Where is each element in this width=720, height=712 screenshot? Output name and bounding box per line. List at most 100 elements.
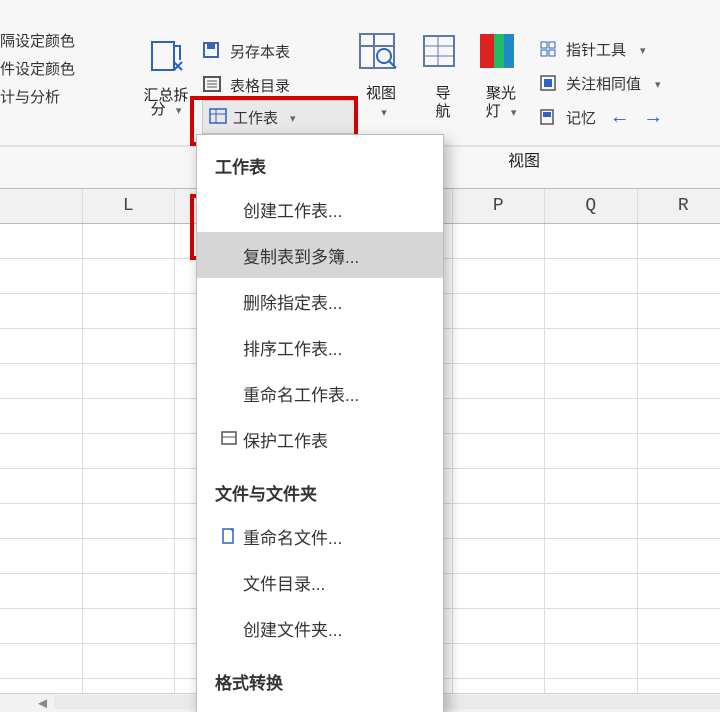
arrow-left-icon[interactable]: ← (604, 106, 630, 129)
cell[interactable] (453, 399, 546, 433)
cell[interactable] (638, 609, 720, 643)
cell[interactable] (83, 469, 176, 503)
opt-stats-analysis[interactable]: 计与分析 (0, 84, 75, 112)
menu-item[interactable]: 排序工作表... (197, 324, 443, 370)
menu-item-label: 创建工作表... (243, 197, 342, 222)
cell[interactable] (638, 574, 720, 608)
spotlight-button[interactable]: 聚光 灯 (476, 30, 526, 121)
cell[interactable] (545, 294, 638, 328)
menu-item[interactable]: 创建工作表... (197, 186, 443, 232)
cell[interactable] (0, 259, 83, 293)
cell[interactable] (453, 259, 546, 293)
menu-item[interactable]: 创建文件夹... (197, 605, 443, 651)
column-header[interactable]: L (83, 189, 176, 223)
focus-same-value-button[interactable]: 关注相同值 (538, 66, 663, 100)
column-header[interactable] (0, 189, 83, 223)
menu-item[interactable]: 保护工作表 (197, 416, 443, 462)
cell[interactable] (453, 469, 546, 503)
cell[interactable] (453, 609, 546, 643)
cell[interactable] (545, 224, 638, 258)
cell[interactable] (638, 399, 720, 433)
view-button[interactable]: 视图 (356, 30, 406, 121)
cell[interactable] (83, 399, 176, 433)
cell[interactable] (453, 224, 546, 258)
cell[interactable] (545, 399, 638, 433)
cell[interactable] (545, 609, 638, 643)
column-header[interactable]: R (638, 189, 720, 223)
worksheet-dropdown-button[interactable]: 工作表 (202, 100, 356, 134)
cell[interactable] (83, 644, 176, 678)
cell[interactable] (545, 644, 638, 678)
cell[interactable] (0, 364, 83, 398)
cell[interactable] (0, 434, 83, 468)
cell[interactable] (545, 364, 638, 398)
cell[interactable] (453, 644, 546, 678)
cell[interactable] (83, 294, 176, 328)
menu-item[interactable]: 删除指定表... (197, 278, 443, 324)
cell[interactable] (83, 329, 176, 363)
cell[interactable] (83, 364, 176, 398)
cell[interactable] (0, 539, 83, 573)
cell[interactable] (638, 364, 720, 398)
cell[interactable] (453, 539, 546, 573)
cell[interactable] (453, 574, 546, 608)
cell[interactable] (83, 504, 176, 538)
arrow-right-icon[interactable]: → (638, 106, 664, 129)
cell[interactable] (0, 224, 83, 258)
cell[interactable] (83, 574, 176, 608)
cell[interactable] (638, 539, 720, 573)
memory-button[interactable]: 记忆 ← → (538, 100, 663, 134)
nav-button[interactable]: 导 航 (418, 30, 468, 120)
cell[interactable] (638, 504, 720, 538)
table-toc-button[interactable]: 表格目录 (202, 68, 290, 102)
opt-interval-color[interactable]: 隔设定颜色 (0, 28, 75, 56)
save-as-sheet-button[interactable]: 另存本表 (202, 34, 290, 68)
cell[interactable] (0, 574, 83, 608)
cell[interactable] (545, 259, 638, 293)
cell[interactable] (83, 434, 176, 468)
cell[interactable] (0, 504, 83, 538)
cell[interactable] (0, 644, 83, 678)
cell[interactable] (83, 609, 176, 643)
cell[interactable] (0, 294, 83, 328)
cell[interactable] (0, 469, 83, 503)
menu-item[interactable]: 重命名工作表... (197, 370, 443, 416)
menu-item[interactable]: 文件目录... (197, 559, 443, 605)
cell[interactable] (638, 259, 720, 293)
cell[interactable] (545, 539, 638, 573)
cell[interactable] (545, 469, 638, 503)
cell[interactable] (638, 329, 720, 363)
focus-label: 关注相同值 (566, 73, 641, 94)
menu-item[interactable]: 复制表到多簿... (197, 232, 443, 278)
cell[interactable] (638, 644, 720, 678)
cell[interactable] (638, 434, 720, 468)
cell[interactable] (0, 329, 83, 363)
cell[interactable] (545, 574, 638, 608)
cell[interactable] (545, 434, 638, 468)
cell[interactable] (0, 399, 83, 433)
cell[interactable] (0, 609, 83, 643)
worksheet-icon (209, 108, 227, 126)
spotlight-label-2: 灯 (476, 104, 526, 121)
cell[interactable] (453, 294, 546, 328)
menu-item[interactable]: 重命名文件... (197, 513, 443, 559)
cell[interactable] (638, 224, 720, 258)
cell[interactable] (545, 329, 638, 363)
opt-condition-color[interactable]: 件设定颜色 (0, 56, 75, 84)
cell[interactable] (453, 504, 546, 538)
cell[interactable] (638, 294, 720, 328)
cell[interactable] (83, 224, 176, 258)
column-header[interactable]: Q (545, 189, 638, 223)
cell[interactable] (453, 364, 546, 398)
menu-item-label: 复制表到多簿... (243, 243, 359, 268)
cell[interactable] (453, 434, 546, 468)
summary-split-button[interactable]: 汇总拆 分 (136, 30, 196, 119)
cell[interactable] (83, 259, 176, 293)
scroll-left-icon[interactable]: ◄ (0, 694, 54, 712)
cell[interactable] (638, 469, 720, 503)
pointer-tools-button[interactable]: 指针工具 (538, 32, 663, 66)
column-header[interactable]: P (453, 189, 546, 223)
cell[interactable] (545, 504, 638, 538)
cell[interactable] (453, 329, 546, 363)
cell[interactable] (83, 539, 176, 573)
